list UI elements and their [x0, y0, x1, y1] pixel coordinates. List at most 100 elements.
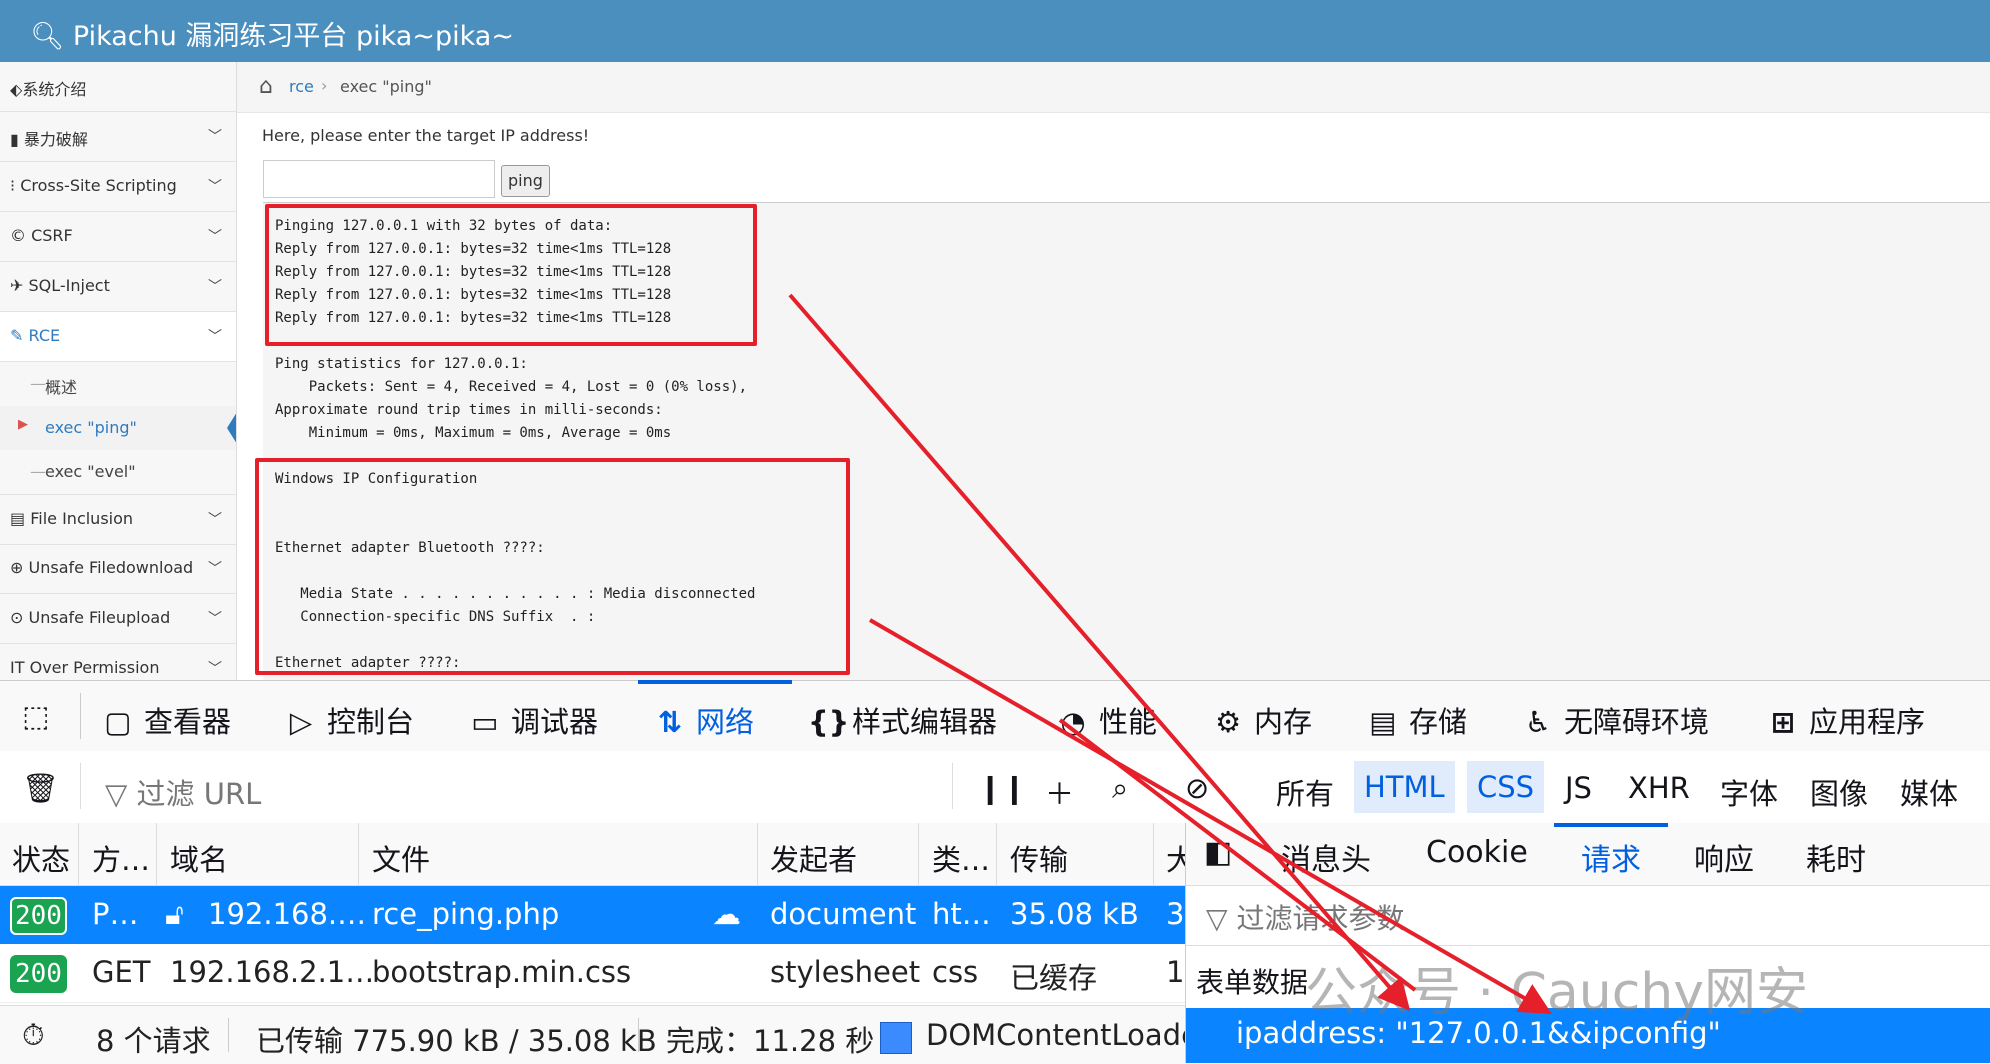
search-icon[interactable]: ⌕	[1112, 771, 1128, 806]
trash-icon[interactable]: 🗑︎	[22, 771, 59, 806]
table-row[interactable]: 200 P… 🔓︎ 192.168.… rce_ping.php ☁ docum…	[0, 886, 1185, 944]
detail-tab-cookie[interactable]: Cookie	[1426, 835, 1528, 870]
ip-prompt: Here, please enter the target IP address…	[262, 126, 590, 145]
tab-storage[interactable]: ▤ 存储	[1365, 699, 1467, 741]
block-icon[interactable]: ⊘	[1185, 771, 1209, 805]
breadcrumb-current: exec "ping"	[340, 77, 432, 96]
debugger-icon: ▭	[471, 705, 499, 739]
chevron-down-icon: ﹀	[208, 179, 222, 195]
sidebar-item-sqli[interactable]: ✈ SQL-Inject ﹀	[0, 262, 236, 312]
network-icon: ⇅	[657, 705, 683, 739]
detail-tab-response[interactable]: 响应	[1694, 835, 1754, 879]
ip-address-input[interactable]	[263, 160, 495, 198]
sidebar-item-csrf[interactable]: © CSRF ﹀	[0, 212, 236, 262]
tab-performance[interactable]: ◔ 性能	[1055, 699, 1157, 741]
detail-tab-timings[interactable]: 耗时	[1806, 835, 1866, 879]
breadcrumb-link-rce[interactable]: rce	[289, 77, 314, 96]
key-icon: 🔍︎	[30, 21, 65, 52]
funnel-icon: ▽	[105, 777, 128, 811]
tab-memory[interactable]: ⚙ 内存	[1210, 699, 1312, 741]
filter-all[interactable]: 所有	[1276, 771, 1334, 813]
style-editor-icon: {}	[808, 705, 850, 739]
plus-icon[interactable]: ＋	[1045, 771, 1074, 813]
table-row[interactable]: 200 GET 192.168.2.1… bootstrap.min.css s…	[0, 944, 1185, 1003]
status-badge: 200	[10, 897, 67, 935]
chevron-down-icon: ﹀	[208, 611, 222, 627]
chevron-down-icon: ﹀	[208, 661, 222, 677]
output-line: Approximate round trip times in milli-se…	[275, 402, 663, 418]
tab-inspector[interactable]: ▢ 查看器	[100, 699, 231, 741]
pick-element-button[interactable]: ⬚	[18, 699, 62, 733]
chevron-down-icon: ﹀	[208, 561, 222, 577]
dom-marker	[880, 1022, 912, 1054]
sidebar-item-bruteforce[interactable]: ▮ 暴力破解 ﹀	[0, 112, 236, 162]
devtools-toolbar: ⬚ ▢ 查看器 ▷ 控制台 ▭ 调试器 ⇅ 网络 {}样式编辑器 ◔ 性能 ⚙ 内存 ▤ 存储…	[0, 680, 1990, 752]
sidebar: ⬖系统介绍 ▮ 暴力破解 ﹀ ⁝ Cross-Site Scripting ﹀ © …	[0, 62, 237, 680]
upload-icon: ⊙	[10, 608, 24, 627]
filter-fonts[interactable]: 字体	[1720, 771, 1778, 813]
chevron-down-icon: ﹀	[208, 279, 222, 295]
sidebar-sub-exec-ping[interactable]: ▶ exec "ping"	[0, 406, 236, 450]
detail-tab-headers[interactable]: 消息头	[1281, 835, 1371, 879]
sidebar-sub-overview[interactable]: — 概述	[0, 362, 236, 406]
tab-accessibility[interactable]: ♿ 无障碍环境	[1520, 699, 1709, 741]
tab-network[interactable]: ⇅ 网络	[652, 699, 754, 741]
status-badge: 200	[10, 955, 67, 993]
filter-media[interactable]: 媒体	[1900, 771, 1958, 813]
memory-icon: ⚙	[1215, 705, 1241, 739]
filter-css[interactable]: CSS	[1467, 761, 1545, 813]
accessibility-icon: ♿	[1525, 705, 1551, 739]
tab-debugger[interactable]: ▭ 调试器	[467, 699, 598, 741]
sidebar-item-unsafe-upload[interactable]: ⊙ Unsafe Fileupload ﹀	[0, 594, 236, 644]
filter-url-input[interactable]: ▽ 过滤 URL	[105, 771, 261, 813]
request-detail-panel: ◧ 消息头 Cookie 请求 响应 耗时 ▽ 过滤请求参数 表单数据 ipad…	[1185, 823, 1990, 1063]
ping-button[interactable]: ping	[501, 165, 550, 197]
pick-element-icon: ⬚	[22, 699, 50, 733]
sidebar-item-xss[interactable]: ⁝ Cross-Site Scripting ﹀	[0, 162, 236, 212]
col-domain[interactable]: 域名	[170, 837, 228, 879]
col-type[interactable]: 类…	[932, 837, 990, 879]
sidebar-item-unsafe-download[interactable]: ⊕ Unsafe Filedownload ﹀	[0, 544, 236, 594]
form-data-label: 表单数据	[1196, 966, 1309, 999]
output-line: Ping statistics for 127.0.0.1:	[275, 356, 528, 372]
watermark: 公众号 · Cauchy网安	[1305, 963, 1809, 1023]
tab-application[interactable]: ⊞ 应用程序	[1765, 699, 1925, 741]
list-icon: ⁝	[10, 176, 16, 195]
stopwatch-icon: ⏱︎	[22, 1018, 45, 1052]
panel-toggle-icon[interactable]: ◧	[1204, 835, 1232, 870]
filter-params-input[interactable]: ▽ 过滤请求参数	[1206, 897, 1404, 937]
app-title-text: Pikachu 漏洞练习平台 pika~pika~	[72, 21, 514, 52]
lock-icon: ▮	[10, 130, 19, 149]
tag-icon: ⬖	[10, 80, 23, 99]
col-initiator[interactable]: 发起者	[770, 837, 857, 879]
sidebar-item-rce[interactable]: ✎ RCE ﹀	[0, 312, 236, 362]
pause-icon[interactable]: ❙❙	[978, 771, 1027, 805]
sidebar-sub-exec-evel[interactable]: — exec "evel"	[0, 450, 236, 494]
filter-html[interactable]: HTML	[1354, 761, 1455, 813]
caret-right-icon: ▶	[18, 417, 28, 432]
sidebar-item-intro[interactable]: ⬖系统介绍	[0, 62, 236, 112]
filter-images[interactable]: 图像	[1810, 771, 1868, 813]
performance-icon: ◔	[1060, 705, 1086, 739]
chevron-down-icon: ﹀	[208, 329, 222, 345]
sidebar-item-over-permission[interactable]: IT Over Permission ﹀	[0, 644, 236, 680]
tab-console[interactable]: ▷ 控制台	[283, 699, 414, 741]
output-line: Minimum = 0ms, Maximum = 0ms, Average = …	[275, 425, 672, 441]
active-tab-indicator	[638, 680, 792, 684]
col-file[interactable]: 文件	[372, 837, 430, 879]
chevron-down-icon: ﹀	[208, 229, 222, 245]
sidebar-item-file-inclusion[interactable]: ▤ File Inclusion ﹀	[0, 494, 236, 545]
detail-tab-request[interactable]: 请求	[1581, 835, 1641, 879]
col-transferred[interactable]: 传输	[1010, 837, 1068, 879]
annotation-box-ping	[265, 204, 757, 346]
col-status[interactable]: 状态	[12, 837, 70, 879]
filter-js[interactable]: JS	[1565, 771, 1592, 805]
home-icon[interactable]: ⌂	[259, 74, 273, 99]
output-line: Packets: Sent = 4, Received = 4, Lost = …	[275, 379, 748, 395]
funnel-icon: ▽	[1206, 902, 1228, 935]
file-icon: ▤	[10, 509, 26, 528]
active-pointer	[227, 412, 236, 444]
tab-style-editor[interactable]: {}样式编辑器	[808, 699, 997, 741]
filter-xhr[interactable]: XHR	[1628, 771, 1690, 805]
col-method[interactable]: 方…	[92, 837, 150, 879]
